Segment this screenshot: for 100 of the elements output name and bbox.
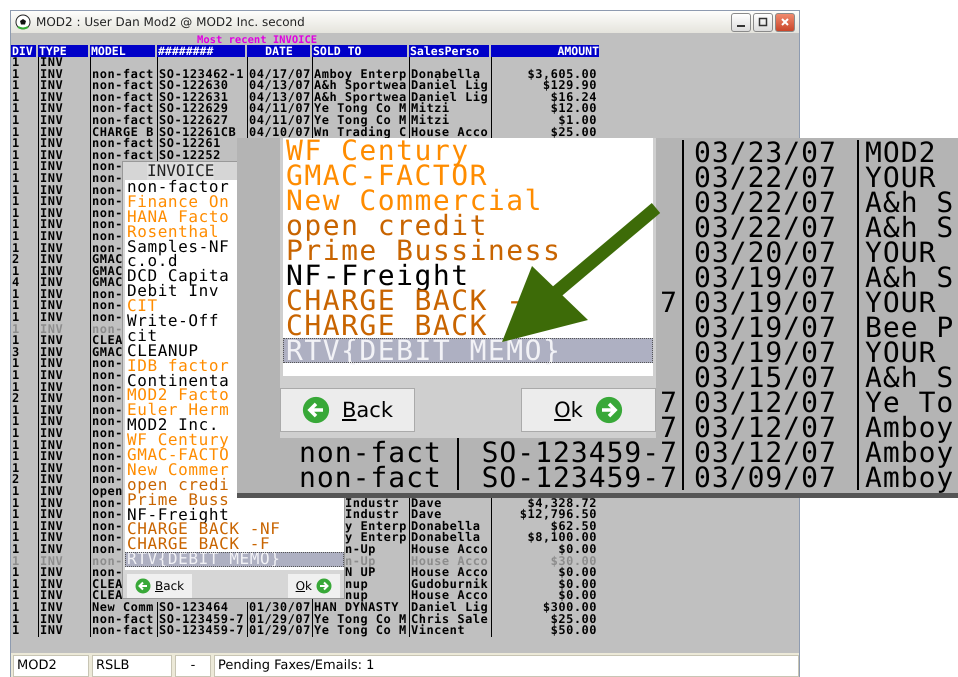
list-item[interactable]: MOD2 Facto [125, 388, 230, 404]
list-item[interactable]: GMAC-FACTOR [283, 163, 488, 188]
table-cell: Daniel Lig [411, 78, 488, 92]
table-cell: 01/30/07 [249, 600, 311, 614]
table-cell: INV [40, 66, 64, 81]
table-cell: INV [40, 600, 64, 614]
list-item[interactable]: MOD2 Inc. [125, 418, 220, 434]
back-button[interactable]: Back [127, 574, 192, 598]
table-cell: 1 [12, 112, 20, 127]
table-cell: nup [345, 576, 368, 591]
table-cell: INV [40, 438, 64, 452]
table-cell: 1 [12, 542, 20, 556]
minimize-icon [737, 25, 745, 27]
table-cell: 1 [12, 612, 20, 626]
list-item[interactable]: Prime Bussiness [283, 238, 562, 263]
column-header: ######## [157, 45, 245, 57]
list-item[interactable]: New Commercial [283, 188, 544, 213]
table-cell: non- [92, 170, 123, 185]
table-cell: 1 [12, 600, 20, 614]
column-header: DATE [247, 45, 310, 57]
ok-button[interactable]: Ok [288, 574, 340, 598]
window-title: MOD2 : User Dan Mod2 @ MOD2 Inc. second [36, 15, 306, 29]
table-cell: non-fact [299, 461, 442, 493]
table-cell: 1 [12, 414, 20, 428]
table-cell: INV [40, 518, 64, 533]
table-cell: Mitzi [411, 101, 450, 116]
table-cell: non- [92, 298, 123, 312]
table-cell: non- [92, 217, 123, 232]
table-cell: Wn Trading C [314, 124, 407, 139]
table-cell: 01/29/07 [249, 612, 311, 626]
table-cell: CLEA [92, 333, 123, 348]
table-cell: $62.50 [550, 518, 597, 533]
list-item[interactable]: Samples-NF [125, 240, 230, 254]
list-item[interactable]: c.o.d [125, 254, 178, 270]
table-cell: $50.00 [550, 623, 597, 638]
table-cell: INV [40, 484, 64, 498]
list-item[interactable]: Prime Buss [125, 492, 230, 508]
table-cell: INV [40, 496, 64, 510]
list-item[interactable]: CHARGE BACK [283, 313, 488, 338]
table-cell: 01/29/07 [249, 623, 311, 638]
table-cell: INV [40, 426, 64, 440]
list-item[interactable]: GMAC-FACTO [125, 448, 230, 463]
table-cell: 4 [12, 275, 20, 290]
list-item[interactable]: open credi [125, 478, 230, 493]
table-cell: $25.00 [550, 124, 597, 139]
list-item[interactable]: CHARGE BACK -NF [125, 522, 280, 538]
table-caption: Most recent INVOICE [197, 36, 318, 45]
list-item[interactable]: HANA Facto [125, 210, 230, 225]
list-item[interactable]: NF-Freight [125, 508, 230, 522]
list-item[interactable]: CHARGE BACK -F [125, 537, 270, 552]
list-item[interactable]: Continenta [125, 374, 230, 388]
list-item[interactable]: Rosenthal [125, 224, 220, 240]
list-item[interactable]: WF Century [125, 433, 230, 448]
list-item[interactable]: NF-Freight [283, 263, 470, 288]
table-cell: 1 [12, 240, 20, 254]
table-cell: INV [40, 101, 64, 116]
maximize-button[interactable] [753, 12, 773, 32]
table-cell: non- [92, 159, 123, 174]
list-item[interactable]: CIT [125, 299, 158, 314]
list-item[interactable]: DCD Capita [125, 269, 230, 284]
list-item[interactable]: IDB factor [125, 358, 230, 374]
table-cell: 1 [12, 159, 20, 174]
table-cell: CHARGE B [92, 124, 154, 139]
list-item[interactable]: Euler Herm [125, 403, 230, 418]
list-item[interactable]: New Commer [125, 462, 230, 478]
list-item[interactable]: Finance On [125, 194, 230, 210]
table-cell: INV [40, 449, 64, 464]
table-cell: Industr [345, 496, 400, 510]
table-cell: 1 [12, 576, 20, 591]
table-cell: 1 [12, 228, 20, 243]
table-cell: $8,100.00 [527, 530, 597, 544]
table-cell: non- [92, 565, 123, 580]
list-item[interactable]: non-factor [125, 180, 230, 195]
column-header: AMOUNT [491, 45, 599, 57]
list-item[interactable]: Write-Off [125, 314, 220, 329]
table-cell: GMAC [92, 264, 123, 278]
table-cell: non- [92, 310, 123, 324]
ok-button[interactable]: Ok [521, 388, 656, 432]
table-cell: 1 [12, 460, 20, 475]
table-cell: CLEA [92, 576, 123, 591]
table-cell: 1 [12, 496, 20, 510]
minimize-button[interactable] [731, 12, 751, 32]
table-cell: 04/11/07 [249, 101, 311, 116]
list-item[interactable]: CLEANUP [125, 344, 199, 359]
back-button[interactable]: Back [280, 388, 415, 432]
table-cell: INV [40, 124, 64, 139]
list-item[interactable]: cit [125, 328, 158, 344]
table-cell: SO-123464 [159, 600, 229, 614]
table-cell: nup [345, 588, 368, 602]
table-cell: INV [40, 170, 64, 185]
table-cell: $3,605.00 [527, 66, 597, 81]
table-cell: INV [40, 507, 64, 522]
table-cell: GMAC [92, 275, 123, 290]
close-button[interactable] [775, 12, 795, 32]
list-item[interactable]: Debit Inv [125, 284, 220, 300]
table-cell: INV [40, 530, 64, 544]
table-cell: 1 [12, 402, 20, 417]
table-cell: INV [40, 206, 64, 220]
table-cell: INV [40, 612, 64, 626]
table-cell: SO-122627 [159, 112, 229, 127]
